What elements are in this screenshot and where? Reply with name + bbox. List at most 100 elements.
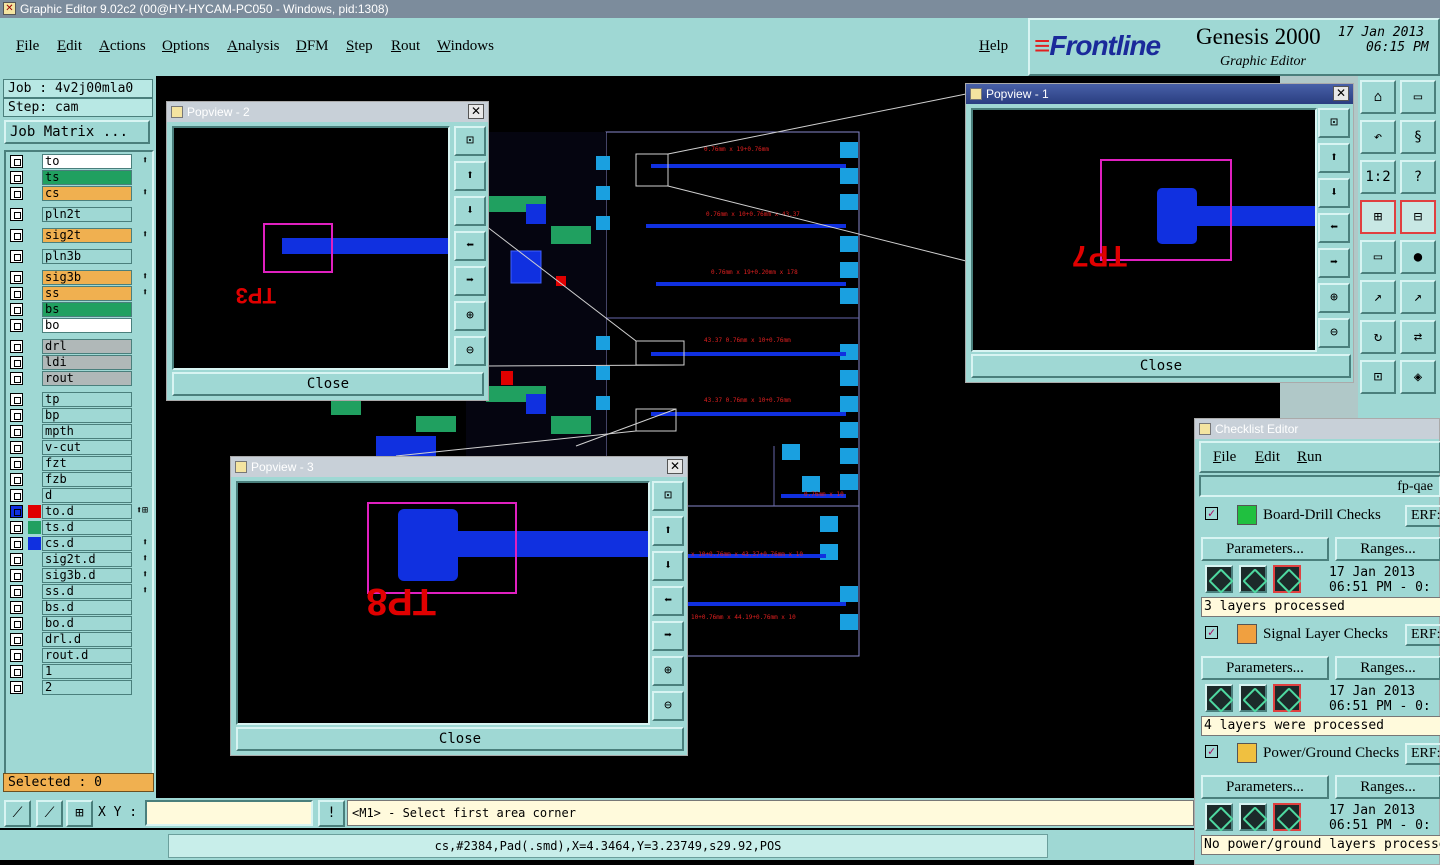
layer-checkbox[interactable] [10,521,23,534]
layer-checkbox[interactable] [10,187,23,200]
checklist-editor[interactable]: Checklist Editor File Edit Run fp-qae ✓ B… [1194,418,1440,865]
pan-up-icon[interactable]: ⬆ [652,516,684,546]
layer-row[interactable]: pln2t [8,207,150,222]
erf-button[interactable]: ERF: [1405,743,1440,765]
mirror-icon[interactable]: ⇄ [1400,320,1436,354]
results-icon[interactable] [1273,803,1301,831]
layer-row[interactable]: sig3b ⬆ [8,270,150,285]
parameters-button[interactable]: Parameters... [1201,656,1329,680]
check-label[interactable]: Power/Ground Checks [1263,745,1399,762]
layer-row[interactable]: tp [8,392,150,407]
layer-checkbox[interactable] [10,303,23,316]
close-icon[interactable]: ✕ [667,459,683,474]
pan-down-icon[interactable]: ⬇ [652,551,684,581]
zoom-icon[interactable]: ⊡ [652,481,684,511]
layer-row[interactable]: fzb [8,472,150,487]
ranges-button[interactable]: Ranges... [1335,656,1440,680]
zoom-out-icon[interactable]: ⊖ [1318,318,1350,348]
layer-checkbox[interactable] [10,681,23,694]
layer-checkbox[interactable] [10,356,23,369]
layer-name[interactable]: fzt [42,456,132,471]
ranges-button[interactable]: Ranges... [1335,775,1440,799]
undo-icon[interactable]: ↶ [1360,120,1396,154]
zoom-in-icon[interactable]: ⊕ [1318,283,1350,313]
pan-left-icon[interactable]: ⬅ [652,586,684,616]
layer-checkbox[interactable] [10,601,23,614]
layer-name[interactable]: 1 [42,664,132,679]
checklist-menu-file[interactable]: File [1213,449,1236,466]
layer-row[interactable]: drl [8,339,150,354]
zoom-fit-icon[interactable]: ⊡ [1360,360,1396,394]
layer-row[interactable]: fzt [8,456,150,471]
layer-checkbox[interactable] [10,489,23,502]
layer-name[interactable]: sig2t [42,228,132,243]
layer-row[interactable]: pln3b [8,249,150,264]
measure-tool-icon[interactable]: ⟋ [36,800,63,827]
home-icon[interactable]: ⌂ [1360,80,1396,114]
layer-name[interactable]: pln2t [42,207,132,222]
layer-name[interactable]: sig3b.d [42,568,132,583]
layer-name[interactable]: rout.d [42,648,132,663]
layer-compare-icon[interactable]: ⊞ [1360,200,1396,234]
run-step-icon[interactable] [1239,803,1267,831]
layer-name[interactable]: bs [42,302,132,317]
zoom-out-icon[interactable]: ⊖ [454,336,486,366]
popview-3-close-button[interactable]: Close [236,727,684,751]
layer-row[interactable]: v-cut [8,440,150,455]
layer-row[interactable]: bs [8,302,150,317]
results-icon[interactable] [1273,684,1301,712]
pan-right-icon[interactable]: ➡ [454,266,486,296]
layer-name[interactable]: bp [42,408,132,423]
layer-name[interactable]: bs.d [42,600,132,615]
popview-2-title-bar[interactable]: Popview - 2 ✕ [167,102,488,122]
parameters-button[interactable]: Parameters... [1201,537,1329,561]
close-icon[interactable]: ✕ [468,104,484,119]
pan-left-icon[interactable]: ⬅ [1318,213,1350,243]
layer-name[interactable]: rout [42,371,132,386]
zoom-out-icon[interactable]: ⊖ [652,691,684,721]
layer-checkbox[interactable] [10,271,23,284]
layer-checkbox[interactable] [10,372,23,385]
scale-icon[interactable]: 1:2 [1360,160,1396,194]
rotate-icon[interactable]: ↻ [1360,320,1396,354]
layer-row[interactable]: rout.d [8,648,150,663]
layer-row[interactable]: to ⬆ [8,154,150,169]
layer-checkbox[interactable] [10,665,23,678]
layer-row[interactable]: ldi [8,355,150,370]
close-icon[interactable]: ✕ [1333,86,1349,101]
run-icon[interactable] [1205,565,1233,593]
popview-3-title-bar[interactable]: Popview - 3 ✕ [231,457,687,477]
layer-name[interactable]: drl.d [42,632,132,647]
layer-row[interactable]: ss ⬆ [8,286,150,301]
layer-checkbox[interactable] [10,340,23,353]
menu-analysis[interactable]: Analysis [227,38,280,55]
alert-icon[interactable]: ! [318,800,345,827]
checklist-title-bar[interactable]: Checklist Editor [1195,419,1439,439]
layer-row[interactable]: rout [8,371,150,386]
pan-down-icon[interactable]: ⬇ [1318,178,1350,208]
layer-row[interactable]: cs.d ⬆ [8,536,150,551]
layer-checkbox[interactable] [10,569,23,582]
layer-name[interactable]: sig3b [42,270,132,285]
layer-row[interactable]: bo.d [8,616,150,631]
layer-name[interactable]: sig2t.d [42,552,132,567]
layer-row[interactable]: cs ⬆ [8,186,150,201]
layer-name[interactable]: cs.d [42,536,132,551]
popview-3-view[interactable]: TP8 [236,481,650,725]
ranges-button[interactable]: Ranges... [1335,537,1440,561]
layer-row[interactable]: 2 [8,680,150,695]
run-icon[interactable] [1205,803,1233,831]
layer-name[interactable]: cs [42,186,132,201]
layer-row[interactable]: d [8,488,150,503]
layer-row[interactable]: sig3b.d ⬆ [8,568,150,583]
job-matrix-button[interactable]: Job Matrix ... [4,120,150,144]
checklist-menu-edit[interactable]: Edit [1255,449,1280,466]
layer-row[interactable]: drl.d [8,632,150,647]
layer-checkbox[interactable] [10,633,23,646]
menu-options[interactable]: Options [162,38,210,55]
layer-row[interactable]: bo [8,318,150,333]
menu-edit[interactable]: Edit [57,38,82,55]
zoom-icon[interactable]: ⊡ [454,126,486,156]
layer-checkbox[interactable] [10,649,23,662]
layer-checkbox[interactable] [10,409,23,422]
